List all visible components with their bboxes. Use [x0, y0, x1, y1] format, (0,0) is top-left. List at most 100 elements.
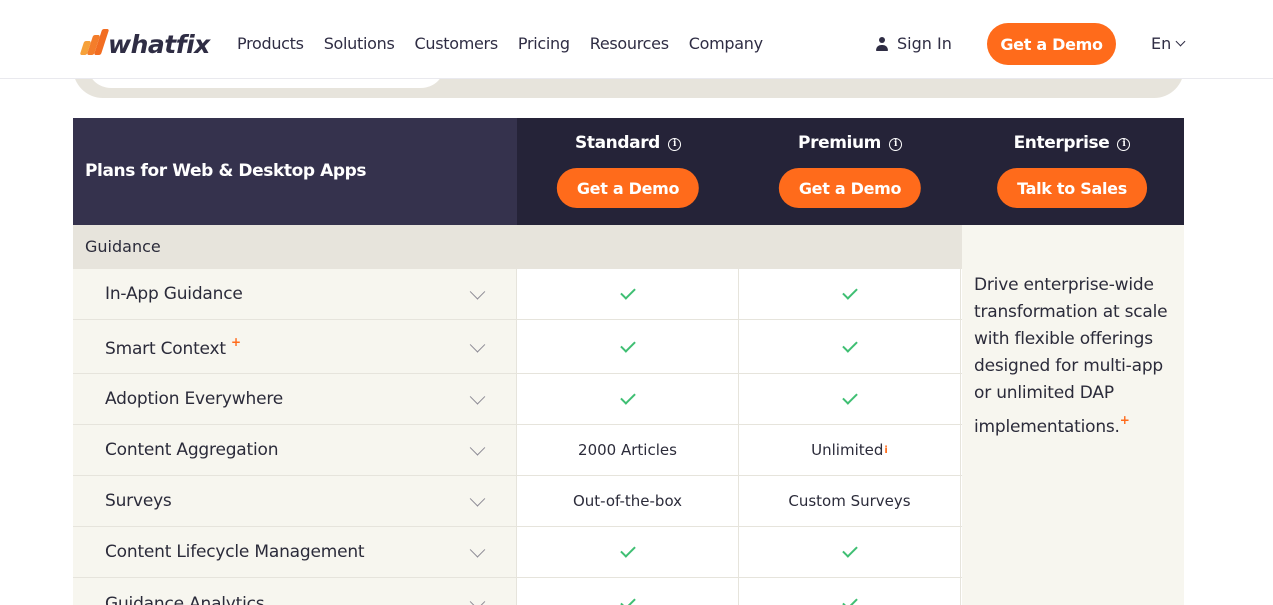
cell-value: 2000 Articles — [578, 441, 677, 459]
standard-cell — [517, 269, 739, 319]
plan-premium-name-row: Premium i — [739, 133, 961, 153]
feature-label: Content Aggregation — [105, 440, 279, 460]
standard-cell — [517, 578, 739, 605]
check-icon — [619, 389, 636, 405]
standard-cell — [517, 374, 739, 424]
plan-standard-name-row: Standard i — [517, 133, 739, 153]
row-label-cell: Smart Context + — [73, 320, 517, 373]
feature-label: Guidance Analytics — [105, 593, 265, 605]
check-icon — [841, 542, 858, 558]
check-icon — [841, 284, 858, 300]
plus-marker: + — [1119, 413, 1130, 427]
language-label: En — [1151, 34, 1172, 53]
nav-resources[interactable]: Resources — [590, 34, 669, 53]
chevron-down-icon[interactable] — [469, 542, 486, 558]
sign-in-link[interactable]: Sign In — [875, 34, 952, 53]
row-label-cell: Surveys — [73, 476, 517, 526]
plan-enterprise-name-row: Enterprise i — [961, 133, 1183, 153]
user-icon — [875, 36, 889, 51]
logo-text: whatfix — [108, 29, 210, 59]
check-icon — [619, 542, 636, 558]
nav-solutions[interactable]: Solutions — [324, 34, 395, 53]
enterprise-description-text: Drive enterprise-wide transformation at … — [974, 275, 1168, 437]
row-label-cell: Content Aggregation — [73, 425, 517, 475]
plan-standard: Standard i Get a Demo — [517, 118, 739, 225]
feature-label-wrap: Smart Context + — [105, 335, 241, 359]
premium-cell — [739, 527, 961, 577]
row-label-cell: Content Lifecycle Management — [73, 527, 517, 577]
whatfix-logo-icon — [79, 29, 110, 57]
table-row[interactable]: In-App Guidance — [73, 269, 962, 320]
premium-cell — [739, 578, 961, 605]
section-header-guidance: Guidance — [73, 225, 962, 269]
cell-value: Custom Surveys — [788, 492, 911, 510]
table-row[interactable]: Content Lifecycle Management — [73, 527, 962, 578]
chevron-down-icon[interactable] — [469, 284, 486, 300]
section-label: Guidance — [85, 237, 161, 256]
row-label-cell: In-App Guidance — [73, 269, 517, 319]
info-icon[interactable]: i — [1117, 138, 1131, 151]
feature-label: In-App Guidance — [105, 284, 243, 304]
row-label-cell: Adoption Everywhere — [73, 374, 517, 424]
get-a-demo-button[interactable]: Get a Demo — [987, 23, 1116, 65]
check-icon — [841, 336, 858, 353]
whatfix-logo[interactable]: whatfix — [79, 28, 210, 60]
premium-cell: Unlimited i — [739, 425, 961, 475]
plan-name: Standard — [575, 133, 660, 153]
table-row[interactable]: Guidance Analytics — [73, 578, 962, 605]
nav-customers[interactable]: Customers — [415, 34, 499, 53]
plan-name: Premium — [798, 133, 881, 153]
top-navigation-bar: whatfix Products Solutions Customers Pri… — [0, 0, 1273, 79]
main-nav: Products Solutions Customers Pricing Res… — [237, 34, 783, 53]
check-icon — [841, 593, 858, 605]
plan-name: Enterprise — [1013, 133, 1110, 153]
info-icon[interactable]: i — [888, 138, 902, 151]
nav-company[interactable]: Company — [689, 34, 763, 53]
chevron-down-icon[interactable] — [469, 440, 486, 456]
language-selector[interactable]: En — [1151, 34, 1186, 53]
chevron-down-icon[interactable] — [469, 389, 486, 405]
enterprise-description: Drive enterprise-wide transformation at … — [974, 272, 1174, 441]
table-row[interactable]: Content Aggregation 2000 Articles Unlimi… — [73, 425, 962, 476]
plan-enterprise: Enterprise i Talk to Sales — [961, 118, 1183, 225]
premium-cell — [739, 320, 961, 373]
check-icon — [841, 389, 858, 405]
cell-value: Unlimited — [811, 441, 884, 459]
row-label-cell: Guidance Analytics — [73, 578, 517, 605]
standard-cell: Out-of-the-box — [517, 476, 739, 526]
chevron-down-icon — [1175, 36, 1186, 47]
premium-cell: Custom Surveys — [739, 476, 961, 526]
table-row[interactable]: Adoption Everywhere — [73, 374, 962, 425]
standard-cell — [517, 320, 739, 373]
enterprise-description-panel: Drive enterprise-wide transformation at … — [962, 225, 1184, 605]
talk-to-sales-button[interactable]: Talk to Sales — [997, 168, 1147, 208]
standard-get-a-demo-button[interactable]: Get a Demo — [556, 168, 700, 208]
premium-cell — [739, 374, 961, 424]
table-row[interactable]: Surveys Out-of-the-box Custom Surveys — [73, 476, 962, 527]
table-row[interactable]: Smart Context + — [73, 320, 962, 374]
chevron-down-icon[interactable] — [469, 593, 486, 605]
check-icon — [619, 284, 636, 300]
info-icon[interactable]: i — [667, 138, 681, 151]
feature-label: Content Lifecycle Management — [105, 542, 365, 562]
premium-get-a-demo-button[interactable]: Get a Demo — [778, 168, 922, 208]
feature-label: Smart Context — [105, 338, 226, 359]
premium-cell — [739, 269, 961, 319]
check-icon — [619, 336, 636, 353]
plan-premium: Premium i Get a Demo — [739, 118, 961, 225]
plans-title-cell: Plans for Web & Desktop Apps — [73, 118, 517, 225]
standard-cell — [517, 527, 739, 577]
info-marker-icon[interactable]: i — [884, 445, 887, 456]
nav-pricing[interactable]: Pricing — [518, 34, 570, 53]
check-icon — [619, 593, 636, 605]
plus-marker: + — [231, 334, 241, 349]
feature-label: Surveys — [105, 491, 172, 511]
sign-in-label: Sign In — [897, 34, 952, 53]
pricing-table-header: Plans for Web & Desktop Apps Standard i G… — [73, 118, 1184, 225]
cell-value: Out-of-the-box — [572, 492, 683, 510]
nav-products[interactable]: Products — [237, 34, 304, 53]
feature-label: Adoption Everywhere — [105, 389, 284, 409]
chevron-down-icon[interactable] — [469, 491, 486, 507]
chevron-down-icon[interactable] — [469, 336, 486, 353]
plans-title: Plans for Web & Desktop Apps — [85, 161, 367, 181]
